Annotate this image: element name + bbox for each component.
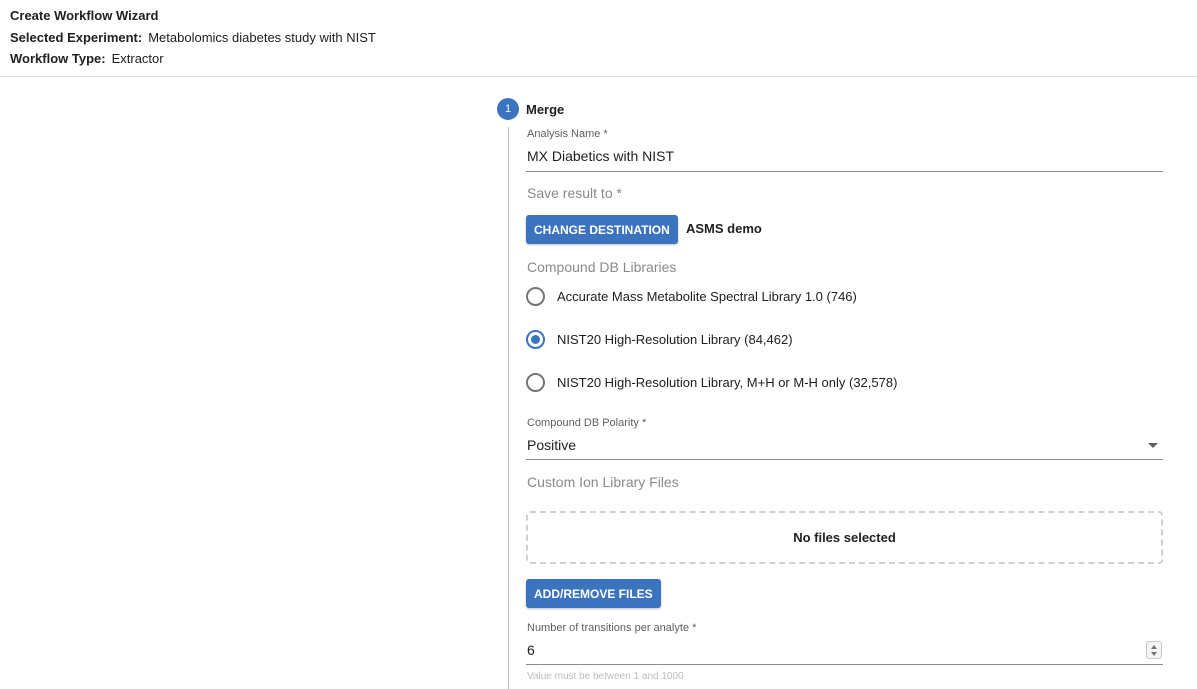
save-result-label: Save result to * [527,185,622,201]
radio-unchecked-icon[interactable] [526,286,545,306]
transitions-underline [526,664,1163,665]
radio-checked-icon[interactable] [526,329,545,349]
destination-name: ASMS demo [686,221,762,236]
custom-ion-label: Custom Ion Library Files [527,474,679,490]
selected-experiment-row: Selected Experiment: Metabolomics diabete… [10,30,376,45]
step-title[interactable]: Merge [526,102,564,117]
analysis-name-input[interactable]: MX Diabetics with NIST [527,148,674,164]
selected-experiment-value: Metabolomics diabetes study with NIST [148,30,376,45]
workflow-type-label: Workflow Type: [10,51,106,66]
wizard-header: Create Workflow Wizard Selected Experime… [0,0,1197,77]
radio-unchecked-icon[interactable] [526,372,545,392]
compound-db-option-nist20-mh[interactable]: NIST20 High-Resolution Library, M+H or M… [526,372,897,392]
file-drop-zone[interactable]: No files selected [526,511,1163,564]
step-connector-line [508,127,509,689]
transitions-label: Number of transitions per analyte * [527,622,697,634]
spin-down-icon[interactable] [1151,652,1157,656]
compound-db-option-label: NIST20 High-Resolution Library (84,462) [557,331,793,347]
dropdown-caret-icon[interactable] [1148,443,1158,448]
wizard-title: Create Workflow Wizard [10,8,159,23]
transitions-input[interactable]: 6 [527,642,535,658]
compound-db-option-label: NIST20 High-Resolution Library, M+H or M… [557,374,898,390]
polarity-underline [526,459,1163,460]
selected-experiment-label: Selected Experiment: [10,30,143,45]
polarity-select[interactable]: Positive [527,437,576,453]
change-destination-button[interactable]: CHANGE DESTINATION [526,215,678,244]
analysis-name-label: Analysis Name * [527,128,608,140]
number-spinner[interactable] [1146,641,1162,659]
compound-db-option-label: Accurate Mass Metabolite Spectral Librar… [557,288,857,304]
no-files-text: No files selected [793,530,896,545]
workflow-type-value: Extractor [111,51,164,66]
polarity-label: Compound DB Polarity * [527,417,647,429]
spin-up-icon[interactable] [1151,645,1157,649]
workflow-type-row: Workflow Type: Extractor [10,51,164,66]
transitions-hint: Value must be between 1 and 1000 [527,671,684,682]
analysis-name-underline [526,171,1163,172]
compound-db-option-amms[interactable]: Accurate Mass Metabolite Spectral Librar… [526,286,857,306]
compound-db-option-nist20[interactable]: NIST20 High-Resolution Library (84,462) [526,329,793,349]
compound-db-label: Compound DB Libraries [527,259,677,275]
step-number-badge: 1 [497,98,519,120]
add-remove-files-button[interactable]: ADD/REMOVE FILES [526,579,661,608]
